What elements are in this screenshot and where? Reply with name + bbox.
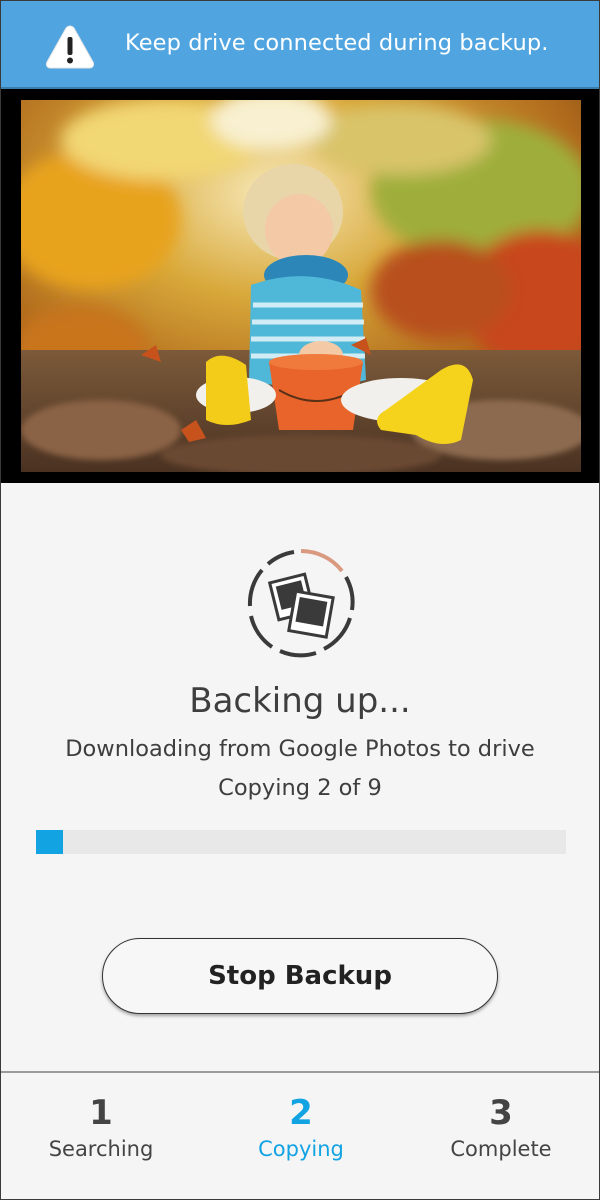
step-number: 1 — [89, 1093, 113, 1133]
step-indicator: 1 Searching 2 Copying 3 Complete — [1, 1071, 599, 1199]
photo-preview-frame — [1, 89, 599, 483]
photo-image — [21, 100, 581, 472]
step-label: Searching — [48, 1137, 154, 1161]
warning-icon — [45, 25, 95, 69]
photo-preview — [21, 100, 581, 472]
progress-text: Copying 2 of 9 — [218, 775, 382, 801]
status-title: Backing up... — [189, 681, 411, 721]
status-subtitle: Downloading from Google Photos to drive — [65, 736, 535, 762]
step-number: 3 — [489, 1093, 513, 1133]
progress-bar-fill — [36, 830, 63, 854]
step-label: Copying — [258, 1137, 344, 1161]
banner-message: Keep drive connected during backup. — [125, 30, 549, 56]
step-number: 2 — [289, 1093, 313, 1133]
stop-backup-button[interactable]: Stop Backup — [102, 938, 498, 1014]
app-screen: Keep drive connected during backup. Back… — [0, 0, 600, 1200]
warning-banner: Keep drive connected during backup. — [1, 1, 599, 89]
photos-sync-icon — [247, 549, 355, 658]
step-label: Complete — [450, 1137, 552, 1161]
progress-bar — [36, 830, 566, 854]
